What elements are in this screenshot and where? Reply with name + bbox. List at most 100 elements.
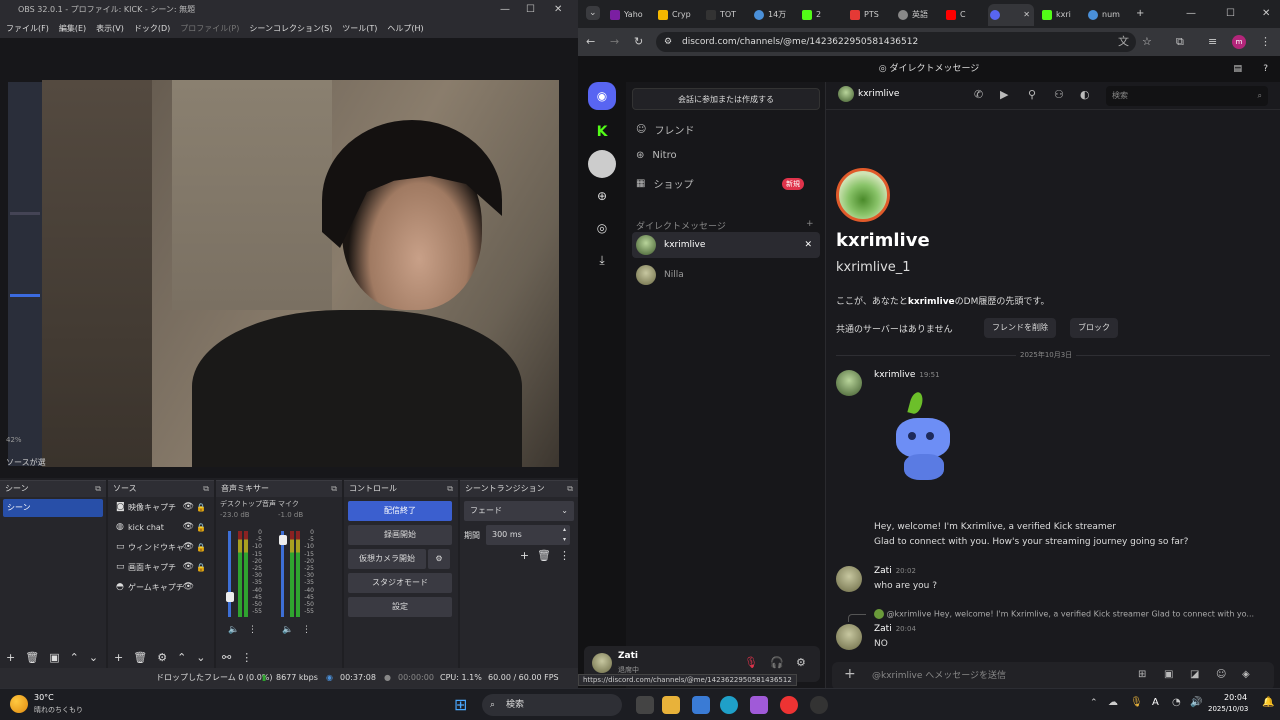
trash-icon[interactable]: 🗑 bbox=[25, 651, 39, 664]
filter-icon[interactable]: ▣ bbox=[49, 651, 59, 664]
pin-icon[interactable]: ⚲ bbox=[1028, 88, 1036, 101]
windows-start-icon[interactable]: ⊞ bbox=[454, 695, 467, 715]
kebab-menu-icon[interactable]: ⋮ bbox=[241, 651, 252, 664]
clock-date[interactable]: 2025/10/03 bbox=[1208, 705, 1248, 713]
minimize-icon[interactable]: — bbox=[1186, 0, 1196, 28]
new-tab-icon[interactable]: + bbox=[1136, 0, 1144, 28]
move-down-icon[interactable]: ⌄ bbox=[89, 651, 98, 664]
tab-active[interactable]: ✕ bbox=[988, 4, 1034, 26]
menu-dock[interactable]: ドック(D) bbox=[134, 20, 170, 38]
add-icon[interactable]: + bbox=[520, 549, 529, 562]
notification-icon[interactable]: 🔔 bbox=[1262, 697, 1274, 708]
forward-icon[interactable]: → bbox=[610, 32, 619, 52]
profile-avatar[interactable]: m bbox=[1232, 35, 1246, 49]
move-down-icon[interactable]: ⌄ bbox=[196, 651, 205, 664]
voice-call-icon[interactable]: ✆ bbox=[974, 88, 983, 101]
duration-input[interactable]: 300 ms ▴ ▾ bbox=[486, 525, 570, 545]
menu-file[interactable]: ファイル(F) bbox=[6, 20, 49, 38]
popout-icon[interactable]: ⧉ bbox=[95, 481, 101, 497]
lock-icon[interactable]: 🔒 bbox=[196, 523, 206, 532]
add-icon[interactable]: + bbox=[6, 651, 15, 664]
tray-overflow-icon[interactable]: ⌃ bbox=[1090, 698, 1098, 708]
block-button[interactable]: ブロック bbox=[1070, 318, 1118, 338]
menu-view[interactable]: 表示(V) bbox=[96, 20, 124, 38]
kebab-menu-icon[interactable]: ⋮ bbox=[248, 625, 257, 635]
nav-shop[interactable]: ▦ ショップ 新規 bbox=[636, 176, 816, 191]
weather-icon[interactable] bbox=[10, 695, 28, 713]
task-view-icon[interactable] bbox=[636, 696, 654, 714]
discord-home-icon[interactable]: ◉ bbox=[588, 82, 616, 110]
tab[interactable]: Yaho bbox=[608, 4, 644, 26]
url-field[interactable]: ⚙ discord.com/channels/@me/14236229505814… bbox=[656, 32, 1136, 52]
eye-icon[interactable]: 👁 bbox=[183, 542, 194, 552]
extensions-icon[interactable]: ⧉ bbox=[1176, 32, 1184, 52]
eye-icon[interactable]: 👁 bbox=[183, 562, 194, 572]
composer-input[interactable]: @kxrimlive へメッセージを送信 bbox=[872, 662, 1006, 690]
kebab-menu-icon[interactable]: ⋮ bbox=[302, 625, 311, 635]
gear-icon[interactable]: ⚙ bbox=[796, 656, 806, 669]
eye-icon[interactable]: 👁 bbox=[183, 502, 194, 512]
server-avatar[interactable] bbox=[588, 150, 616, 178]
cloud-icon[interactable]: ☁ bbox=[1108, 697, 1118, 708]
inbox-icon[interactable]: ▤ bbox=[1233, 56, 1242, 82]
tab[interactable]: 英語 bbox=[896, 4, 932, 26]
speaker-icon[interactable]: 🔈 bbox=[282, 625, 293, 635]
nav-nitro[interactable]: ⊛ Nitro bbox=[636, 150, 677, 161]
gif-icon[interactable]: ▣ bbox=[1164, 669, 1173, 680]
source-item[interactable]: ◍ kick chat 👁 🔒 bbox=[108, 517, 214, 537]
close-icon[interactable]: ✕ bbox=[554, 0, 562, 20]
trash-icon[interactable]: 🗑 bbox=[537, 549, 551, 562]
maximize-icon[interactable]: ☐ bbox=[1226, 0, 1235, 28]
ime-indicator[interactable]: A bbox=[1152, 697, 1159, 708]
store-icon[interactable] bbox=[692, 696, 710, 714]
menu-tools[interactable]: ツール(T) bbox=[342, 20, 377, 38]
tab-search-icon[interactable]: ⌄ bbox=[586, 6, 600, 20]
help-icon[interactable]: ? bbox=[1263, 56, 1268, 82]
tab-groups-icon[interactable]: ≡ bbox=[1208, 32, 1217, 52]
dm-item[interactable]: kxrimlive ✕ bbox=[632, 232, 820, 258]
tab[interactable]: PTS bbox=[848, 4, 884, 26]
volume-knob[interactable] bbox=[226, 592, 234, 602]
eye-icon[interactable]: 👁 bbox=[183, 522, 194, 532]
gift-icon[interactable]: ⊞ bbox=[1138, 669, 1146, 680]
move-up-icon[interactable]: ⌃ bbox=[177, 651, 186, 664]
close-dm-icon[interactable]: ✕ bbox=[804, 240, 812, 250]
mic-muted-icon[interactable]: 🎙 bbox=[744, 656, 758, 669]
dm-item[interactable]: Nilla bbox=[632, 262, 820, 288]
mic-tray-icon[interactable]: 🎙 bbox=[1130, 697, 1143, 708]
bookmark-star-icon[interactable]: ☆ bbox=[1142, 32, 1152, 52]
volume-slider[interactable] bbox=[228, 531, 231, 617]
move-up-icon[interactable]: ⌃ bbox=[70, 651, 79, 664]
scene-item[interactable]: シーン bbox=[3, 499, 103, 517]
tab[interactable]: Cryp bbox=[656, 4, 692, 26]
speaker-icon[interactable]: 🔈 bbox=[228, 625, 239, 635]
message-composer[interactable]: + @kxrimlive へメッセージを送信 ⊞ ▣ ◪ ☺ ◈ bbox=[832, 662, 1274, 690]
lock-icon[interactable]: 🔒 bbox=[196, 503, 206, 512]
reload-icon[interactable]: ↻ bbox=[634, 32, 643, 52]
site-info-icon[interactable]: ⚙ bbox=[664, 32, 672, 52]
link-icon[interactable]: ⚯ bbox=[222, 651, 231, 664]
source-item[interactable]: ◓ ゲームキャプチ 👁 bbox=[108, 577, 214, 597]
studio-mode-button[interactable]: スタジオモード bbox=[348, 573, 452, 593]
nav-friends[interactable]: ☺ フレンド bbox=[636, 122, 694, 137]
remove-friend-button[interactable]: フレンドを削除 bbox=[984, 318, 1056, 338]
apps-icon[interactable]: ◈ bbox=[1242, 669, 1250, 680]
discover-icon[interactable]: ◎ bbox=[588, 214, 616, 242]
file-explorer-icon[interactable] bbox=[662, 696, 680, 714]
trash-icon[interactable]: 🗑 bbox=[133, 651, 147, 664]
menu-profile[interactable]: プロファイル(P) bbox=[180, 20, 239, 38]
lock-icon[interactable]: 🔒 bbox=[196, 543, 206, 552]
headphones-icon[interactable]: 🎧 bbox=[770, 656, 784, 669]
source-item[interactable]: ▭ 画面キャプチ 👁 🔒 bbox=[108, 557, 214, 577]
add-icon[interactable]: + bbox=[114, 651, 123, 664]
virtual-camera-settings-button[interactable]: ⚙ bbox=[428, 549, 450, 569]
translate-icon[interactable]: 文 bbox=[1118, 32, 1129, 52]
emoji-icon[interactable]: ☺ bbox=[1216, 669, 1226, 680]
volume-icon[interactable]: 🔊 bbox=[1190, 697, 1202, 708]
menu-help[interactable]: ヘルプ(H) bbox=[387, 20, 423, 38]
transition-select[interactable]: フェード ⌄ bbox=[464, 501, 574, 521]
chrome-icon[interactable] bbox=[780, 696, 798, 714]
download-icon[interactable]: ⤓ bbox=[588, 246, 616, 274]
add-dm-icon[interactable]: + bbox=[806, 219, 814, 229]
copilot-icon[interactable] bbox=[750, 696, 768, 714]
